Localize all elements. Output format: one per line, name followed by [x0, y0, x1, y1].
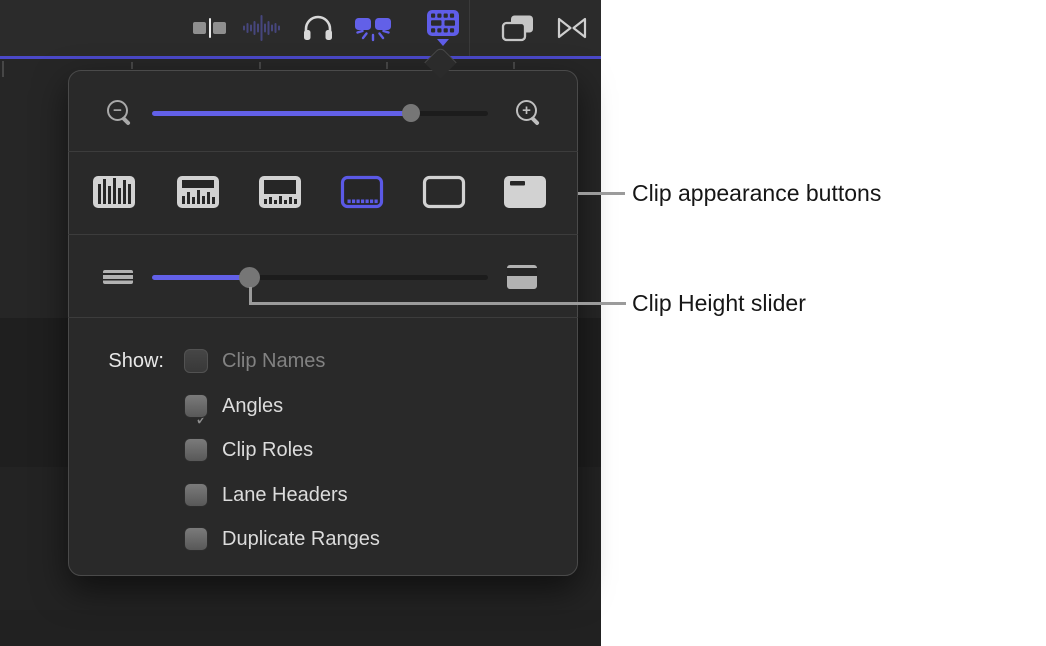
- checkbox-row-duplicate-ranges: ✓ Duplicate Ranges: [184, 527, 380, 551]
- timeline-background-band: [0, 610, 601, 646]
- minimal-clip-glyph: [502, 173, 548, 211]
- clip-height-callout-line-horizontal: [249, 302, 626, 305]
- clip-height-annotation: Clip Height slider: [632, 290, 806, 316]
- screenshot-root: − +: [0, 0, 1046, 646]
- lane-headers-checkbox[interactable]: ✓: [184, 483, 208, 507]
- clip-height-slider[interactable]: [152, 275, 488, 280]
- timeline-toolbar: [0, 0, 601, 56]
- clip-appearance-minimal-button[interactable]: [502, 173, 548, 211]
- clip-appearance-icon[interactable]: [425, 0, 461, 56]
- filmstrip-only-glyph: [421, 173, 467, 211]
- trim-left-block: [193, 22, 206, 34]
- clip-names-label: Clip Names: [222, 349, 325, 373]
- popover-divider: [68, 151, 578, 152]
- solo-headphones-icon[interactable]: [302, 0, 334, 56]
- ruler-tick: [513, 62, 515, 69]
- audio-skimming-icon[interactable]: [241, 0, 281, 56]
- duplicate-ranges-label: Duplicate Ranges: [222, 527, 380, 551]
- timeline-top-edge: [0, 56, 601, 59]
- clip-names-checkbox[interactable]: ✓: [184, 349, 208, 373]
- clip-appearance-waveform-only-button[interactable]: [91, 173, 137, 211]
- trim-right-block: [213, 22, 226, 34]
- clip-appearance-annotation: Clip appearance buttons: [632, 180, 881, 206]
- ruler-tick: [2, 61, 4, 77]
- checkbox-row-lane-headers: ✓ Lane Headers: [184, 483, 348, 507]
- zoom-out-icon[interactable]: −: [107, 100, 131, 124]
- effects-browser-icon[interactable]: [500, 0, 536, 56]
- zoom-slider-fill: [152, 111, 411, 116]
- clip-appearance-large-waveform-button[interactable]: [175, 173, 221, 211]
- checkbox-row-angles: ✓ Angles: [184, 394, 283, 418]
- large-waveform-glyph: [175, 173, 221, 211]
- solo-headphones-glyph: [302, 14, 334, 42]
- clip-roles-label: Clip Roles: [222, 438, 313, 462]
- zoom-in-icon[interactable]: +: [516, 100, 540, 124]
- ruler-tick: [131, 62, 133, 69]
- ruler-tick: [259, 62, 261, 69]
- lane-headers-label: Lane Headers: [222, 483, 348, 507]
- audio-skimming-glyph: [241, 14, 281, 42]
- checkbox-row-clip-names: ✓ Clip Names: [184, 349, 325, 373]
- clip-height-short-icon: [103, 270, 133, 284]
- transitions-browser-icon[interactable]: [556, 0, 588, 56]
- trim-tool-icon[interactable]: [193, 0, 227, 56]
- ruler-tick: [386, 62, 388, 69]
- checkbox-row-clip-roles: ✓ Clip Roles: [184, 438, 313, 462]
- snapping-glyph: [352, 12, 394, 44]
- clip-appearance-medium-waveform-button[interactable]: [257, 173, 303, 211]
- clip-appearance-glyph: [425, 9, 461, 47]
- show-section-label: Show:: [60, 349, 164, 373]
- clip-appearance-callout-line: [578, 192, 625, 195]
- popover-divider: [68, 317, 578, 318]
- medium-waveform-glyph: [257, 173, 303, 211]
- snapping-icon[interactable]: [352, 0, 394, 56]
- trim-center-line: [209, 18, 212, 38]
- clip-appearance-filmstrip-only-button[interactable]: [421, 173, 467, 211]
- clip-appearance-large-filmstrip-button-selected[interactable]: [339, 173, 385, 211]
- trim-tool-glyph: [193, 17, 227, 39]
- timeline-zoom-slider[interactable]: [152, 111, 488, 116]
- zoom-slider-thumb[interactable]: [402, 104, 420, 122]
- clip-height-slider-thumb[interactable]: [239, 267, 260, 288]
- magnifier-handle: [530, 116, 540, 126]
- duplicate-ranges-checkbox[interactable]: ✓: [184, 527, 208, 551]
- clip-roles-checkbox[interactable]: ✓: [184, 438, 208, 462]
- waveform-only-glyph: [91, 173, 137, 211]
- transitions-browser-glyph: [556, 16, 588, 40]
- angles-checkbox[interactable]: ✓: [184, 394, 208, 418]
- clip-height-slider-fill: [152, 275, 249, 280]
- large-filmstrip-glyph: [339, 173, 385, 211]
- magnifier-handle: [121, 116, 131, 126]
- effects-browser-glyph: [500, 14, 536, 42]
- popover-divider: [68, 234, 578, 235]
- angles-label: Angles: [222, 394, 283, 418]
- toolbar-separator: [469, 0, 470, 56]
- clip-height-tall-icon: [507, 265, 537, 289]
